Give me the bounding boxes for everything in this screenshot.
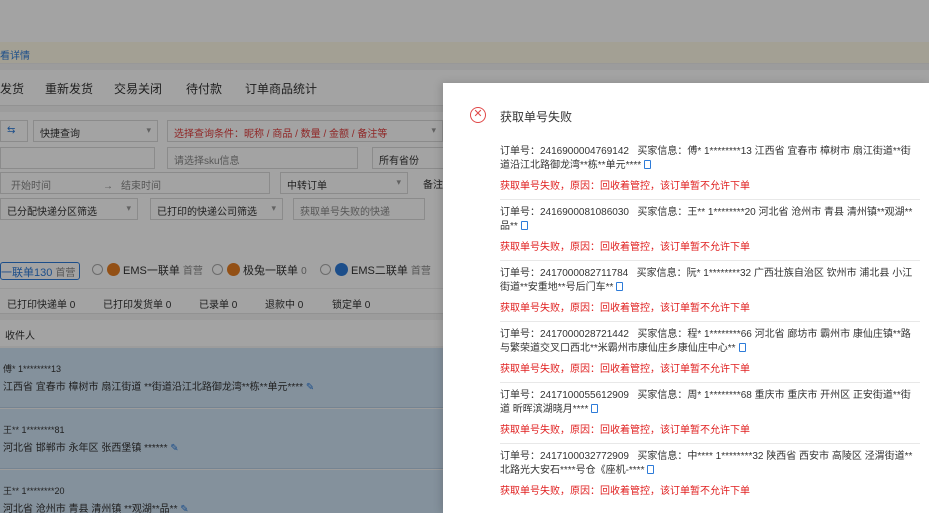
copy-icon[interactable] — [520, 221, 528, 230]
copy-icon[interactable] — [591, 404, 599, 413]
list-item: 订单号：2416900081086030 买家信息：王** 1********2… — [500, 200, 920, 261]
list-item: 订单号：2417100055612909 买家信息：周* 1********68… — [500, 383, 920, 444]
fail-reason: 获取单号失败，原因：回收着管控，该订单暂不允许下单 — [500, 364, 750, 375]
fail-reason: 获取单号失败，原因：回收着管控，该订单暂不允许下单 — [500, 486, 750, 497]
fail-dialog: ✕ 获取单号失败 订单号：2416900004769142 买家信息：傅* 1*… — [443, 83, 929, 513]
fail-reason: 获取单号失败，原因：回收着管控，该订单暂不允许下单 — [500, 242, 750, 253]
dialog-title: 获取单号失败 — [500, 110, 573, 124]
copy-icon[interactable] — [616, 282, 624, 291]
fail-reason: 获取单号失败，原因：回收着管控，该订单暂不允许下单 — [500, 425, 750, 436]
list-item: 订单号：2416900004769142 买家信息：傅* 1********13… — [500, 139, 920, 200]
fail-reason: 获取单号失败，原因：回收着管控，该订单暂不允许下单 — [500, 181, 750, 192]
fail-reason: 获取单号失败，原因：回收着管控，该订单暂不允许下单 — [500, 303, 750, 314]
copy-icon[interactable] — [647, 465, 655, 474]
error-icon: ✕ — [470, 107, 486, 123]
copy-icon[interactable] — [738, 343, 746, 352]
list-item: 订单号：2417000028721442 买家信息：程* 1********66… — [500, 322, 920, 383]
fail-list: 订单号：2416900004769142 买家信息：傅* 1********13… — [500, 139, 920, 505]
list-item: 订单号：2417100032772909 买家信息：中**** 1*******… — [500, 444, 920, 505]
list-item: 订单号：2417000082711784 买家信息：阮* 1********32… — [500, 261, 920, 322]
copy-icon[interactable] — [644, 160, 652, 169]
